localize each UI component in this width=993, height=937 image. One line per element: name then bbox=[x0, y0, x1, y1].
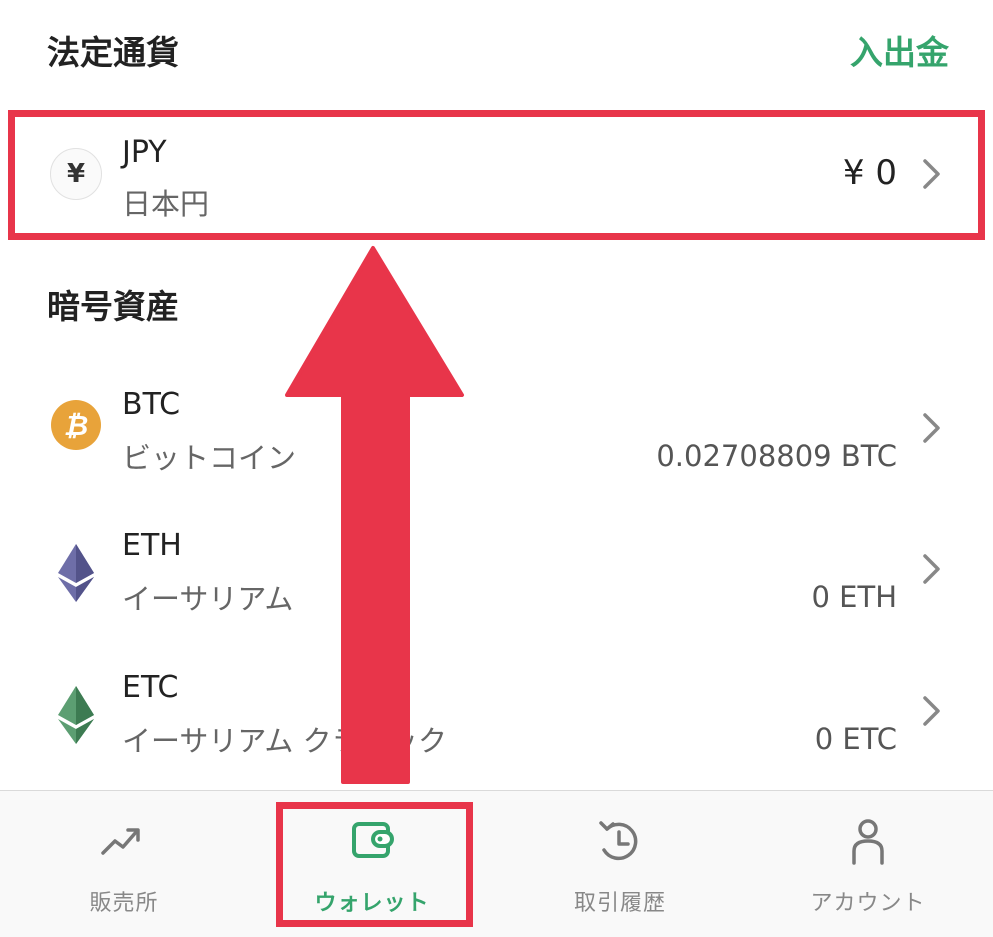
fiat-section-title: 法定通貨 bbox=[47, 33, 179, 72]
chevron-right-icon bbox=[923, 554, 940, 584]
tab-account[interactable]: アカウント bbox=[744, 791, 992, 937]
history-icon bbox=[599, 821, 638, 861]
chevron-right-icon bbox=[923, 413, 940, 443]
asset-name: イーサリアム クラシック bbox=[122, 724, 448, 758]
asset-amount: 0 ETH bbox=[811, 580, 897, 614]
crypto-section-title: 暗号資産 bbox=[47, 287, 179, 326]
ethereum-classic-icon bbox=[58, 686, 94, 744]
jpy-row-highlight bbox=[8, 110, 985, 240]
ethereum-icon bbox=[58, 544, 94, 602]
deposit-withdraw-link[interactable]: 入出金 bbox=[850, 26, 949, 74]
asset-symbol: ETH bbox=[122, 528, 182, 563]
asset-row-etc[interactable]: ETC イーサリアム クラシック 0 ETC bbox=[0, 658, 993, 768]
asset-symbol: ETC bbox=[122, 670, 179, 705]
tab-label: 販売所 bbox=[89, 891, 159, 916]
tab-exchange[interactable]: 販売所 bbox=[0, 791, 248, 937]
asset-name: ビットコイン bbox=[122, 441, 297, 475]
asset-row-eth[interactable]: ETH イーサリアム 0 ETH bbox=[0, 516, 993, 626]
asset-amount: 0 ETC bbox=[814, 722, 897, 756]
chevron-right-icon bbox=[923, 696, 940, 726]
trend-chart-icon bbox=[101, 828, 140, 855]
svg-text:₿: ₿ bbox=[64, 409, 89, 442]
bitcoin-icon: ₿ bbox=[51, 400, 101, 450]
asset-symbol: BTC bbox=[122, 387, 181, 422]
tab-trade-history[interactable]: 取引履歴 bbox=[496, 791, 744, 937]
tab-label: アカウント bbox=[810, 891, 926, 916]
asset-name: イーサリアム bbox=[122, 582, 294, 616]
tab-label: 取引履歴 bbox=[573, 891, 666, 916]
asset-row-btc[interactable]: ₿ BTC ビットコイン 0.02708809 BTC bbox=[0, 375, 993, 485]
user-icon bbox=[852, 819, 884, 865]
bottom-tab-bar: 販売所 ウォレット 取引履歴 アカウント bbox=[0, 790, 993, 937]
wallet-tab-highlight bbox=[276, 802, 473, 927]
asset-amount: 0.02708809 BTC bbox=[656, 439, 897, 473]
